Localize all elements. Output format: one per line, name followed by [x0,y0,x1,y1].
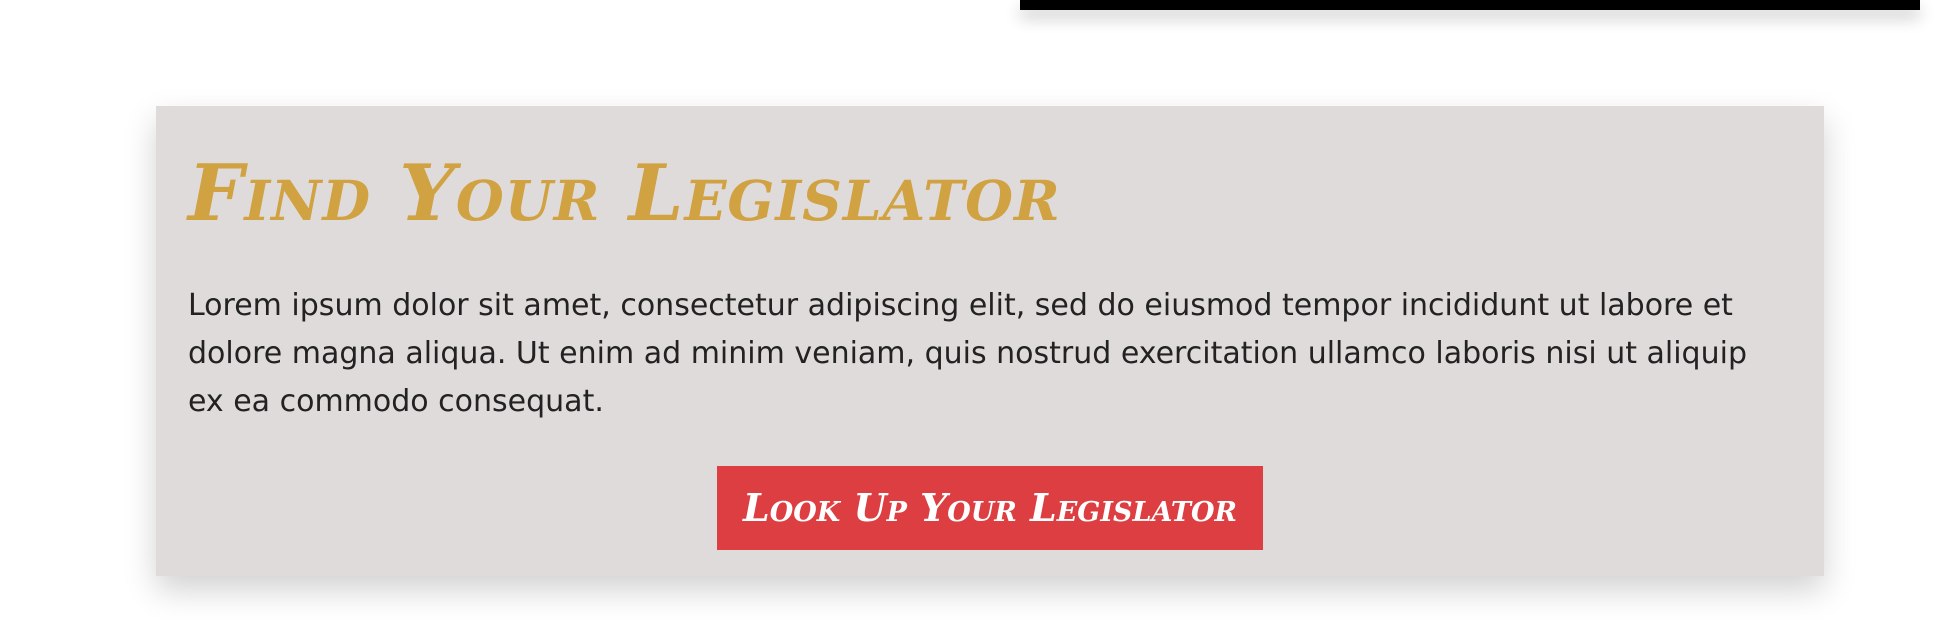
look-up-legislator-button[interactable]: Look Up Your Legislator [717,466,1263,550]
cta-container: Look Up Your Legislator [188,466,1792,550]
find-legislator-card: Find Your Legislator Lorem ipsum dolor s… [156,106,1824,576]
section-description: Lorem ipsum dolor sit amet, consectetur … [188,288,1747,419]
section-title: Find Your Legislator [188,148,1061,239]
top-image-edge [1020,0,1920,10]
